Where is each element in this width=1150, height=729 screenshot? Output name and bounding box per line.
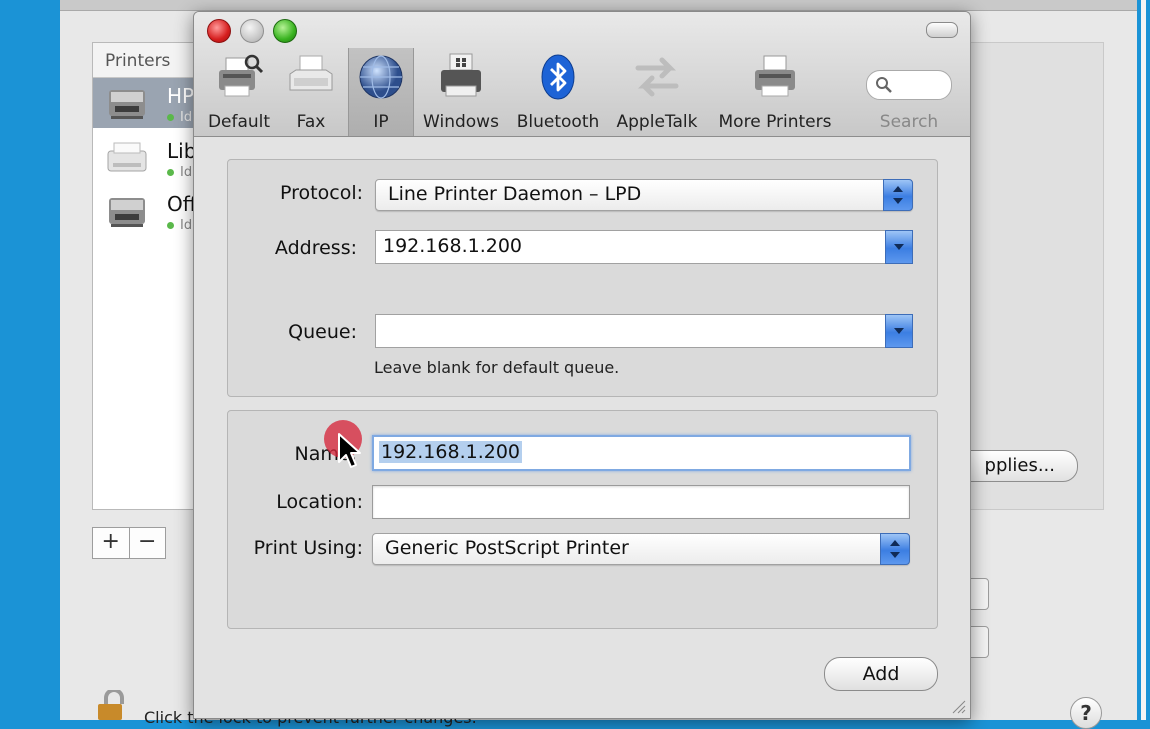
up-down-arrows-icon xyxy=(890,540,900,558)
toolbar-default-button[interactable]: Default xyxy=(204,52,274,136)
toolbar-label: Default xyxy=(207,112,271,132)
protocol-popup[interactable]: Line Printer Daemon – LPD xyxy=(375,179,913,211)
print-using-popup[interactable]: Generic PostScript Printer xyxy=(372,533,910,565)
printer-status: Id xyxy=(167,218,192,233)
mouse-pointer-icon xyxy=(338,433,361,468)
minimize-window-button[interactable] xyxy=(240,19,264,43)
laser-printer-icon xyxy=(109,90,145,119)
printers-list[interactable]: Printers HP Id Lib Id Off Id xyxy=(92,42,206,510)
chevron-down-icon xyxy=(894,328,904,334)
protocol-popup-arrows[interactable] xyxy=(883,179,913,211)
up-down-arrows-icon xyxy=(893,186,903,204)
fax-icon xyxy=(289,55,333,91)
queue-dropdown-button[interactable] xyxy=(885,314,913,348)
printer-list-item-off[interactable]: Off Id xyxy=(93,186,205,236)
printer-status: Id xyxy=(167,110,192,125)
printer-magnifier-icon xyxy=(219,54,264,97)
idle-status-dot xyxy=(167,222,174,229)
toolbar-ip-button[interactable]: IP xyxy=(348,48,414,136)
idle-status-dot xyxy=(167,169,174,176)
add-printer-button[interactable]: + xyxy=(93,528,130,558)
connection-settings-group: Protocol: Line Printer Daemon – LPD Addr… xyxy=(227,159,938,397)
help-button[interactable]: ? xyxy=(1070,697,1102,729)
protocol-value: Line Printer Daemon – LPD xyxy=(388,183,642,205)
laser-printer-icon xyxy=(109,198,145,227)
windows-printer-icon xyxy=(441,53,481,97)
protocol-label: Protocol: xyxy=(280,182,363,204)
queue-hint: Leave blank for default queue. xyxy=(374,358,620,377)
printer-status: Id xyxy=(167,165,192,180)
bluetooth-icon xyxy=(541,54,575,100)
print-using-label: Print Using: xyxy=(253,537,363,559)
queue-label: Queue: xyxy=(288,321,357,343)
zoom-window-button[interactable] xyxy=(273,19,297,43)
name-field[interactable]: 192.168.1.200 xyxy=(372,435,911,471)
add-printer-toolbar: Default Fax IP Windows Bluetooth AppleTa… xyxy=(194,12,970,137)
remove-printer-button[interactable]: − xyxy=(130,528,166,558)
printers-list-header: Printers xyxy=(93,43,205,78)
queue-combo-field[interactable] xyxy=(375,314,913,348)
toolbar-appletalk-button[interactable]: AppleTalk xyxy=(612,52,702,136)
search-label: Search xyxy=(879,112,939,132)
idle-status-dot xyxy=(167,114,174,121)
globe-icon xyxy=(359,55,403,99)
address-dropdown-button[interactable] xyxy=(885,230,913,264)
printer-list-item-lib[interactable]: Lib Id xyxy=(93,133,205,183)
print-using-popup-arrows[interactable] xyxy=(880,533,910,565)
inkjet-printer-icon xyxy=(107,142,147,172)
chevron-down-icon xyxy=(894,244,904,250)
lock-icon[interactable] xyxy=(94,690,130,720)
toolbar-label: Bluetooth xyxy=(516,112,600,132)
location-label: Location: xyxy=(276,491,363,513)
search-icon xyxy=(876,77,892,93)
printer-icon xyxy=(755,55,795,97)
print-using-value: Generic PostScript Printer xyxy=(385,537,629,559)
location-field[interactable] xyxy=(372,485,910,519)
desktop-edge xyxy=(1137,0,1150,720)
toolbar-bluetooth-button[interactable]: Bluetooth xyxy=(514,52,602,136)
address-combo-field[interactable]: 192.168.1.200 xyxy=(375,230,913,264)
add-printer-window: Default Fax IP Windows Bluetooth AppleTa… xyxy=(193,11,971,719)
toolbar-label: AppleTalk xyxy=(616,112,698,132)
close-window-button[interactable] xyxy=(207,19,231,43)
toolbar-fax-button[interactable]: Fax xyxy=(282,52,340,136)
add-button[interactable]: Add xyxy=(824,657,938,691)
toolbar-label: Fax xyxy=(296,112,326,132)
address-label: Address: xyxy=(274,237,357,259)
name-value: 192.168.1.200 xyxy=(379,441,523,463)
printer-list-item-hp[interactable]: HP Id xyxy=(93,78,205,128)
toolbar-windows-button[interactable]: Windows xyxy=(420,52,502,136)
address-value: 192.168.1.200 xyxy=(383,235,523,257)
window-top-edge xyxy=(60,0,1137,11)
toolbar-label: More Printers xyxy=(718,112,832,132)
resize-grip-icon[interactable] xyxy=(950,698,966,714)
toolbar-toggle-button[interactable] xyxy=(926,22,958,38)
toolbar-label: IP xyxy=(373,112,389,132)
toolbar-label: Windows xyxy=(423,112,499,132)
add-remove-printer-buttons: + − xyxy=(92,527,166,559)
search-input[interactable] xyxy=(866,70,952,100)
toolbar-more-printers-button[interactable]: More Printers xyxy=(714,52,836,136)
appletalk-arrows-icon xyxy=(635,57,679,97)
